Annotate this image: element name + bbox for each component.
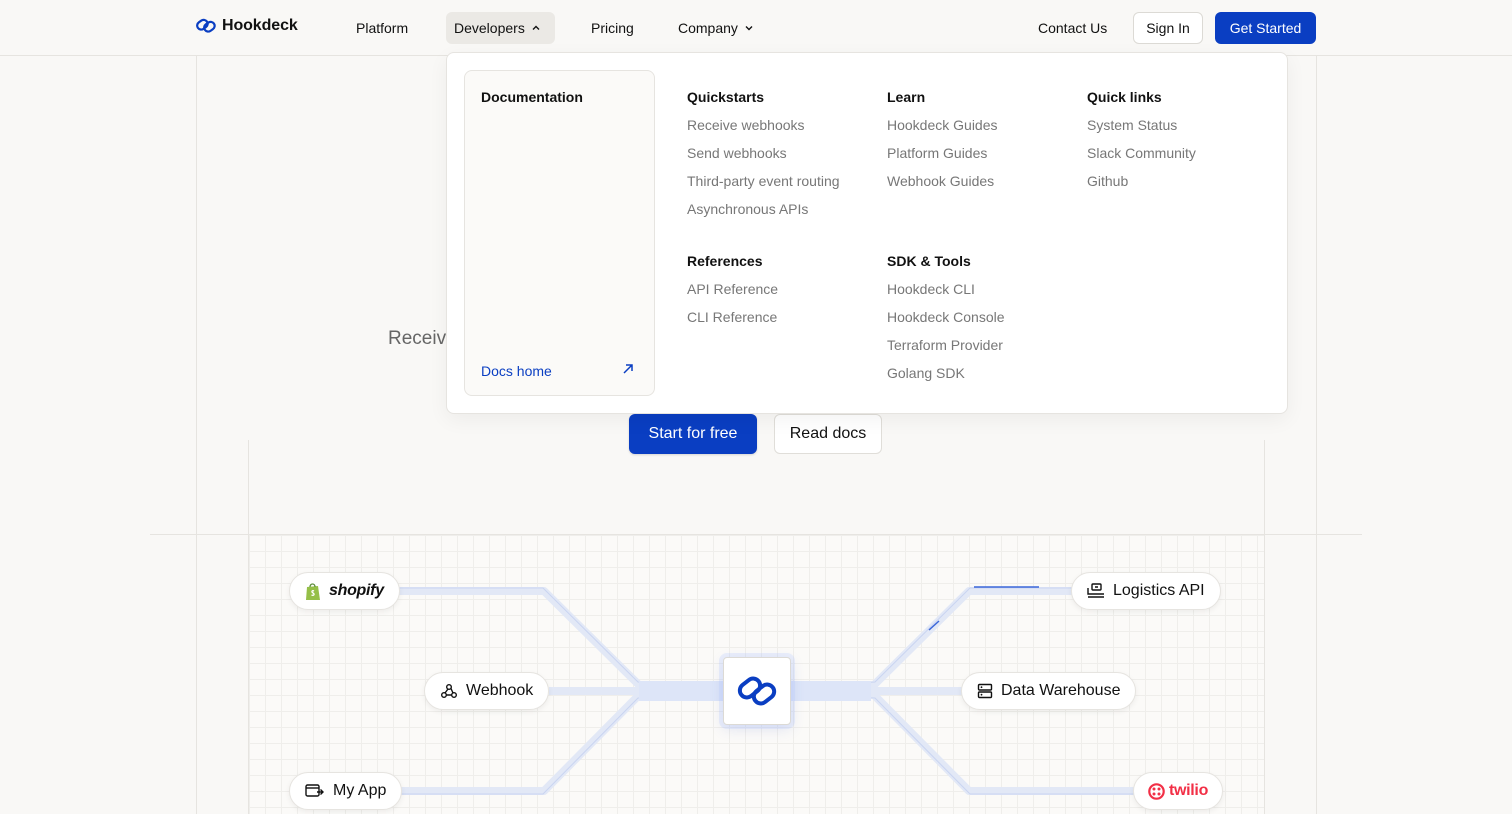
data-warehouse-label: Data Warehouse <box>1001 682 1121 699</box>
source-my-app[interactable]: My App <box>289 772 403 810</box>
link-system-status[interactable]: System Status <box>1087 117 1196 145</box>
logistics-api-label: Logistics API <box>1113 582 1205 599</box>
nav-company-label: Company <box>678 20 738 36</box>
link-cli-reference[interactable]: CLI Reference <box>687 309 778 337</box>
documentation-title: Documentation <box>481 89 583 105</box>
sdk-tools-title: SDK & Tools <box>887 253 971 269</box>
start-for-free-button[interactable]: Start for free <box>629 414 757 454</box>
get-started-button[interactable]: Get Started <box>1215 12 1316 44</box>
hookdeck-logo-icon <box>196 18 216 33</box>
arrow-up-right-icon <box>623 364 633 374</box>
quickstarts-column: Quickstarts Receive webhooks Send webhoo… <box>687 89 840 229</box>
shopify-wordmark: shopify <box>329 582 384 599</box>
link-hookdeck-console[interactable]: Hookdeck Console <box>887 309 1005 337</box>
sdk-tools-column: SDK & Tools Hookdeck CLI Hookdeck Consol… <box>887 253 1005 393</box>
webhook-icon <box>441 684 457 698</box>
site-header: Hookdeck Platform Developers Pricing Com… <box>0 0 1512 56</box>
event-flow-diagram: shopify Webhook My App Logistics API Dat… <box>249 535 1264 814</box>
twilio-wordmark: twilio <box>1168 782 1209 799</box>
frame-line-inner-right <box>1264 440 1265 814</box>
destination-twilio[interactable]: twilio <box>1133 772 1223 810</box>
database-icon <box>977 683 993 699</box>
references-title: References <box>687 253 763 269</box>
documentation-card[interactable]: Documentation Docs home <box>464 70 655 396</box>
link-third-party-routing[interactable]: Third-party event routing <box>687 173 840 201</box>
webhook-label: Webhook <box>466 682 534 699</box>
destination-logistics-api[interactable]: Logistics API <box>1071 572 1221 610</box>
shopify-bag-icon <box>306 582 320 600</box>
link-hookdeck-guides[interactable]: Hookdeck Guides <box>887 117 998 145</box>
frame-line-right <box>1316 56 1317 814</box>
nav-platform-label: Platform <box>356 20 409 36</box>
link-asynchronous-apis[interactable]: Asynchronous APIs <box>687 201 840 229</box>
nav-pricing[interactable]: Pricing <box>583 12 642 44</box>
twilio-icon <box>1148 782 1165 800</box>
source-webhook[interactable]: Webhook <box>424 672 550 710</box>
references-column: References API Reference CLI Reference <box>687 253 778 337</box>
link-webhook-guides[interactable]: Webhook Guides <box>887 173 998 201</box>
logistics-icon <box>1087 583 1104 598</box>
app-window-icon <box>305 784 324 797</box>
nav-developers[interactable]: Developers <box>446 12 555 44</box>
link-send-webhooks[interactable]: Send webhooks <box>687 145 840 173</box>
link-hookdeck-cli[interactable]: Hookdeck CLI <box>887 281 1005 309</box>
learn-title: Learn <box>887 89 926 105</box>
quick-links-title: Quick links <box>1087 89 1162 105</box>
learn-column: Learn Hookdeck Guides Platform Guides We… <box>887 89 998 201</box>
source-shopify[interactable]: shopify <box>289 572 400 610</box>
my-app-label: My App <box>333 782 387 799</box>
link-slack-community[interactable]: Slack Community <box>1087 145 1196 173</box>
nav-pricing-label: Pricing <box>591 20 634 36</box>
link-api-reference[interactable]: API Reference <box>687 281 778 309</box>
hookdeck-hub <box>723 657 791 725</box>
developers-dropdown-menu: Documentation Docs home Quickstarts Rece… <box>446 52 1288 414</box>
quickstarts-title: Quickstarts <box>687 89 765 105</box>
link-platform-guides[interactable]: Platform Guides <box>887 145 998 173</box>
hero-subtitle: Receiv <box>388 328 447 349</box>
link-receive-webhooks[interactable]: Receive webhooks <box>687 117 840 145</box>
nav-contact-us[interactable]: Contact Us <box>1030 12 1115 44</box>
nav-contact-label: Contact Us <box>1038 20 1108 36</box>
link-github[interactable]: Github <box>1087 173 1196 201</box>
link-golang-sdk[interactable]: Golang SDK <box>887 365 1005 393</box>
quick-links-column: Quick links System Status Slack Communit… <box>1087 89 1196 201</box>
brand-name: Hookdeck <box>222 17 298 34</box>
frame-line-left <box>196 56 197 814</box>
nav-developers-label: Developers <box>454 20 525 36</box>
nav-platform[interactable]: Platform <box>348 12 416 44</box>
sign-in-button[interactable]: Sign In <box>1133 12 1203 44</box>
hookdeck-logo[interactable]: Hookdeck <box>196 17 298 35</box>
docs-home-link[interactable]: Docs home <box>481 363 552 379</box>
chevron-down-icon <box>745 26 753 31</box>
chevron-up-icon <box>532 25 540 30</box>
link-terraform-provider[interactable]: Terraform Provider <box>887 337 1005 365</box>
read-docs-button[interactable]: Read docs <box>774 414 882 454</box>
hookdeck-hub-icon <box>737 676 777 706</box>
destination-data-warehouse[interactable]: Data Warehouse <box>961 672 1137 710</box>
nav-company[interactable]: Company <box>670 12 762 44</box>
